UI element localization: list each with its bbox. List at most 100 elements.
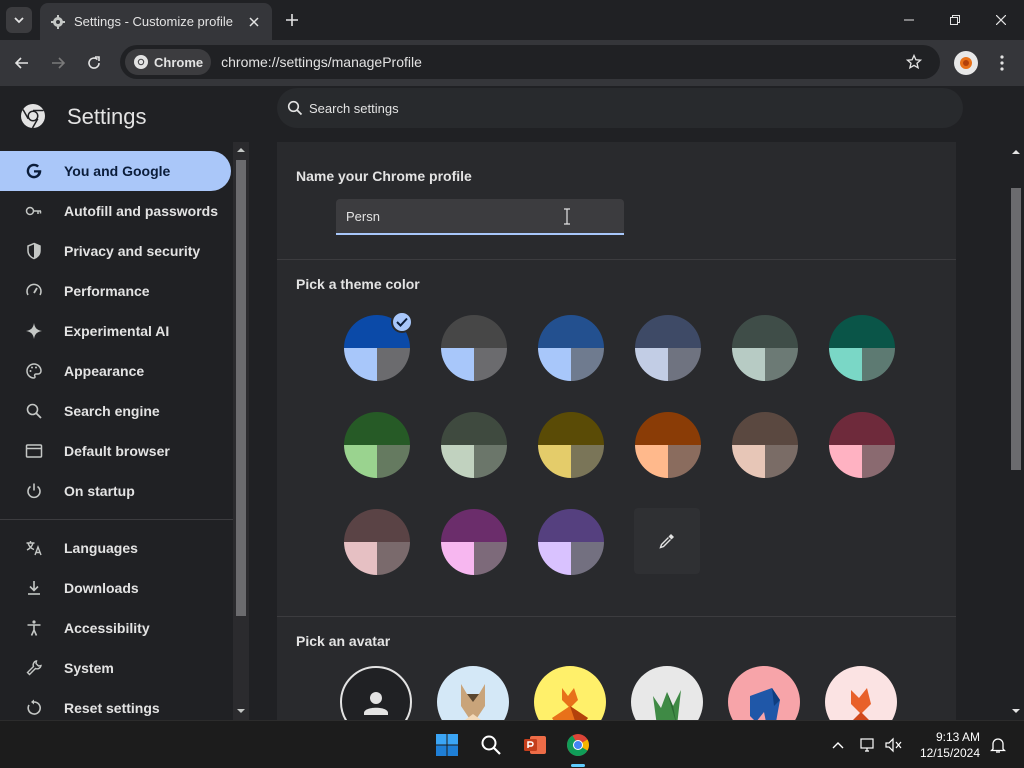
notifications-button[interactable] xyxy=(986,729,1010,761)
swatch-segment xyxy=(829,315,895,348)
sidebar-item-on-startup[interactable]: On startup xyxy=(0,471,231,511)
theme-color-swatch[interactable] xyxy=(635,315,701,381)
sidebar-item-experimental-ai[interactable]: Experimental AI xyxy=(0,311,231,351)
origami-cat-avatar[interactable] xyxy=(437,666,509,720)
url-text[interactable]: chrome://settings/manageProfile xyxy=(221,54,900,70)
wrench-icon xyxy=(24,658,44,678)
sidebar-item-downloads[interactable]: Downloads xyxy=(0,568,231,608)
network-status-button[interactable] xyxy=(856,729,880,761)
profile-name-input[interactable] xyxy=(346,208,546,224)
volume-status-button[interactable] xyxy=(882,729,906,761)
section-divider xyxy=(277,259,956,260)
clock-time: 9:13 AM xyxy=(935,730,980,744)
swatch-segment xyxy=(571,445,604,478)
theme-color-swatch[interactable] xyxy=(732,315,798,381)
theme-heading: Pick a theme color xyxy=(296,276,420,292)
sidebar-item-you-and-google[interactable]: You and Google xyxy=(0,151,231,191)
reload-button[interactable] xyxy=(80,49,108,77)
custom-color-picker-button[interactable] xyxy=(634,508,700,574)
theme-color-swatch[interactable] xyxy=(829,412,895,478)
theme-color-swatch[interactable] xyxy=(732,412,798,478)
profile-name-field[interactable] xyxy=(336,199,624,235)
swatch-segment xyxy=(474,445,507,478)
close-window-button[interactable] xyxy=(978,0,1024,40)
sidebar-item-search-engine[interactable]: Search engine xyxy=(0,391,231,431)
scroll-up-icon xyxy=(237,148,245,152)
powerpoint-icon xyxy=(524,736,546,754)
origami-elephant-avatar[interactable] xyxy=(728,666,800,720)
chrome-menu-button[interactable] xyxy=(990,49,1014,77)
start-button[interactable] xyxy=(431,729,463,761)
google-icon xyxy=(24,161,44,181)
selected-check-icon xyxy=(391,311,413,333)
profile-button[interactable] xyxy=(954,51,978,75)
theme-color-swatch[interactable] xyxy=(538,412,604,478)
theme-color-swatch[interactable] xyxy=(344,412,410,478)
tab-search-button[interactable] xyxy=(6,7,32,33)
sidebar-item-performance[interactable]: Performance xyxy=(0,271,231,311)
taskbar-search-button[interactable] xyxy=(475,729,507,761)
theme-color-swatch[interactable] xyxy=(441,412,507,478)
theme-color-swatch[interactable] xyxy=(635,412,701,478)
palette-icon xyxy=(24,361,44,381)
search-input[interactable] xyxy=(309,100,909,116)
sidebar-divider xyxy=(0,519,233,520)
site-chip-label: Chrome xyxy=(154,54,204,70)
minimize-button[interactable] xyxy=(886,0,932,40)
sidebar-item-appearance[interactable]: Appearance xyxy=(0,351,231,391)
sidebar-item-label: Appearance xyxy=(64,363,145,379)
sidebar-item-reset-settings[interactable]: Reset settings xyxy=(0,688,231,720)
restore-button[interactable] xyxy=(932,0,978,40)
tab-settings[interactable]: Settings - Customize profile xyxy=(40,3,272,40)
section-divider xyxy=(277,616,956,617)
origami-fox-avatar[interactable] xyxy=(534,666,606,720)
default-person-avatar[interactable] xyxy=(340,666,412,720)
show-hidden-icons-button[interactable] xyxy=(826,729,850,761)
powerpoint-taskbar-button[interactable] xyxy=(519,729,551,761)
chrome-taskbar-button[interactable] xyxy=(562,729,594,761)
swatch-segment xyxy=(635,315,701,348)
theme-color-swatch[interactable] xyxy=(441,509,507,575)
swatch-segment xyxy=(441,445,474,478)
sidebar-item-system[interactable]: System xyxy=(0,648,231,688)
network-icon xyxy=(860,738,874,752)
site-info-chip[interactable]: Chrome xyxy=(125,49,212,75)
customize-profile-card: Name your Chrome profile Pick a theme co… xyxy=(277,142,956,720)
swatch-segment xyxy=(441,412,507,445)
sparkle-icon xyxy=(24,321,44,341)
main-scrollbar-thumb[interactable] xyxy=(1011,188,1021,470)
sidebar-item-accessibility[interactable]: Accessibility xyxy=(0,608,231,648)
swatch-segment xyxy=(829,412,895,445)
theme-color-swatch[interactable] xyxy=(441,315,507,381)
tab-close-button[interactable] xyxy=(246,14,262,30)
address-bar[interactable]: Chrome chrome://settings/manageProfile xyxy=(120,45,940,79)
search-icon xyxy=(24,401,44,421)
theme-color-swatch[interactable] xyxy=(538,315,604,381)
settings-search[interactable] xyxy=(277,88,963,128)
theme-color-swatch[interactable] xyxy=(344,509,410,575)
sidebar-item-autofill[interactable]: Autofill and passwords xyxy=(0,191,231,231)
origami-dragon-avatar[interactable] xyxy=(631,666,703,720)
theme-color-swatch[interactable] xyxy=(538,509,604,575)
close-icon xyxy=(249,16,259,27)
sidebar-item-languages[interactable]: Languages xyxy=(0,528,231,568)
sidebar-item-default-browser[interactable]: Default browser xyxy=(0,431,231,471)
key-icon xyxy=(24,201,44,221)
reset-icon xyxy=(24,698,44,718)
forward-button[interactable] xyxy=(44,49,72,77)
sidebar-scrollbar-thumb[interactable] xyxy=(236,160,246,616)
back-button[interactable] xyxy=(8,49,36,77)
power-icon xyxy=(24,481,44,501)
swatch-segment xyxy=(732,315,798,348)
swatch-segment xyxy=(344,509,410,542)
main-scrollbar[interactable] xyxy=(1008,142,1024,720)
sidebar-item-privacy[interactable]: Privacy and security xyxy=(0,231,231,271)
bookmark-button[interactable] xyxy=(900,48,928,76)
origami-fox-red-avatar[interactable] xyxy=(825,666,897,720)
swatch-segment xyxy=(538,412,604,445)
scroll-down-icon xyxy=(1012,709,1020,713)
taskbar-clock[interactable]: 9:13 AM 12/15/2024 xyxy=(910,729,980,761)
sidebar-scrollbar[interactable] xyxy=(233,142,249,720)
theme-color-swatch[interactable] xyxy=(829,315,895,381)
new-tab-button[interactable] xyxy=(280,8,304,32)
